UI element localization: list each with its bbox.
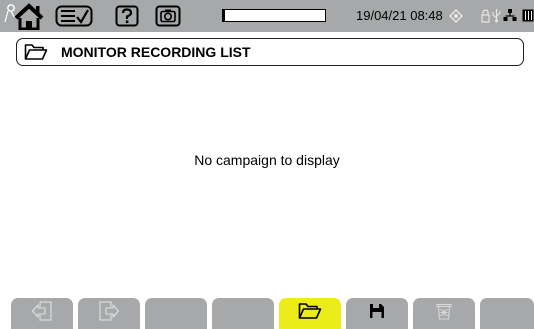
progress-bar (222, 9, 326, 22)
function-key-3[interactable] (145, 298, 207, 329)
page-title: MONITOR RECORDING LIST (61, 44, 251, 60)
progress-fill (223, 10, 226, 21)
lock-icon (481, 9, 490, 23)
usb-icon (491, 8, 502, 23)
folder-open-icon (24, 43, 48, 66)
battery-icon (522, 9, 534, 22)
gps-diamond-icon (449, 9, 463, 23)
exit-right-icon (98, 300, 120, 327)
function-key-8[interactable] (480, 298, 534, 329)
empty-state-message: No campaign to display (194, 152, 340, 168)
home-icon[interactable] (2, 2, 46, 30)
help-icon[interactable] (115, 5, 139, 27)
delete-button[interactable] (413, 298, 475, 329)
folder-open-icon (298, 302, 322, 325)
save-button[interactable] (346, 298, 408, 329)
exit-right-button[interactable] (78, 298, 140, 329)
trash-icon (436, 302, 452, 325)
function-key-bar (0, 298, 534, 329)
exit-left-button[interactable] (11, 298, 73, 329)
datetime-label: 19/04/21 08:48 (356, 8, 443, 23)
open-folder-button[interactable] (279, 298, 341, 329)
status-bar: 19/04/21 08:48 (0, 0, 534, 32)
page-header: MONITOR RECORDING LIST (16, 38, 524, 66)
network-icon (503, 8, 517, 22)
save-icon (369, 303, 385, 324)
list-check-icon[interactable] (55, 5, 93, 27)
exit-left-icon (31, 300, 53, 327)
function-key-4[interactable] (212, 298, 274, 329)
camera-icon[interactable] (155, 5, 181, 27)
